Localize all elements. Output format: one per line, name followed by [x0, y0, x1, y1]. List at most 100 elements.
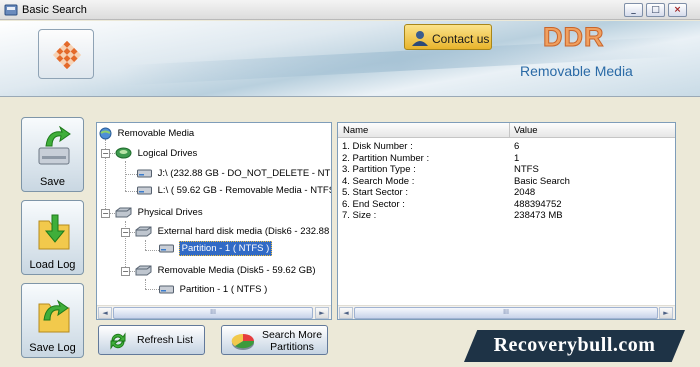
property-row[interactable]: 2. Partition Number : 1	[338, 153, 675, 164]
physical-drive-icon	[115, 207, 132, 218]
save-log-button[interactable]: Save Log	[21, 283, 84, 358]
physical-drive-icon	[135, 226, 152, 237]
expander-physical-drives[interactable]: −	[101, 209, 110, 218]
property-row[interactable]: 6. End Sector : 488394752	[338, 199, 675, 210]
scroll-right-arrow[interactable]: ►	[315, 307, 329, 319]
search-more-partitions-button[interactable]: Search More Partitions	[221, 325, 328, 355]
tree-item-l-drive[interactable]: L:\ ( 59.62 GB - Removable Media - NTFS)	[137, 185, 332, 196]
title-bar: Basic Search _ □ ×	[0, 0, 700, 20]
column-header-value[interactable]: Value	[514, 125, 538, 136]
app-logo	[38, 29, 94, 79]
search-more-label-line2: Partitions	[270, 341, 314, 353]
property-name: 7. Size :	[342, 210, 377, 221]
brand-name: DDR	[543, 22, 605, 53]
contact-us-button[interactable]: Contact us	[404, 24, 492, 50]
load-log-label: Load Log	[29, 259, 76, 271]
close-button[interactable]: ×	[668, 3, 687, 17]
hard-drive-icon	[159, 244, 174, 253]
property-value: 1	[514, 152, 520, 164]
folder-arrow-icon	[38, 214, 70, 250]
property-row[interactable]: 1. Disk Number : 6	[338, 141, 675, 152]
property-row[interactable]: 7. Size : 238473 MB	[338, 210, 675, 221]
search-more-label-line1: Search More	[261, 329, 323, 341]
column-header-name[interactable]: Name	[343, 125, 368, 136]
website-banner: Recoverybull.com	[464, 330, 685, 362]
properties-grid[interactable]: Name Value 1. Disk Number : 6 2. Partiti…	[337, 122, 676, 320]
tree-item-l-drive-label: L:\ ( 59.62 GB - Removable Media - NTFS)	[157, 185, 332, 196]
properties-header: Name Value	[338, 123, 675, 138]
tree-physical-drives[interactable]: Physical Drives	[115, 207, 203, 218]
property-name: 6. End Sector :	[342, 198, 405, 210]
tree-item-disk5-label: Removable Media (Disk5 - 59.62 GB)	[157, 265, 316, 277]
property-name: 5. Start Sector :	[342, 187, 408, 198]
disk-drive-icon	[38, 126, 71, 165]
tree-item-disk6-partition1[interactable]: Partition - 1 ( NTFS )	[159, 241, 273, 256]
expander-disk6[interactable]: −	[121, 228, 130, 237]
website-text: Recoverybull.com	[493, 334, 656, 356]
header-banner: Contact us DDR Removable Media	[0, 21, 700, 97]
property-value: NTFS	[514, 164, 539, 175]
column-separator[interactable]	[509, 123, 510, 138]
main-window: Basic Search _ □ × Contact us DDR Remova…	[0, 0, 700, 367]
tree-hscrollbar[interactable]: ◄ III ►	[97, 305, 331, 319]
property-row[interactable]: 4. Search Mode : Basic Search	[338, 176, 675, 187]
scroll-right-arrow[interactable]: ►	[659, 307, 673, 319]
property-row[interactable]: 3. Partition Type : NTFS	[338, 164, 675, 175]
tree-line	[125, 161, 126, 191]
tree-item-j-drive-label: J:\ (232.88 GB - DO_NOT_DELETE - NTFS)	[157, 168, 332, 179]
property-name: 4. Search Mode :	[342, 175, 415, 187]
minimize-button[interactable]: _	[624, 3, 643, 17]
property-name: 1. Disk Number :	[342, 141, 413, 152]
refresh-icon	[110, 332, 126, 350]
scroll-left-arrow[interactable]: ◄	[339, 307, 353, 319]
scroll-left-arrow[interactable]: ◄	[98, 307, 112, 319]
property-name: 2. Partition Number :	[342, 152, 430, 164]
product-tagline: Removable Media	[520, 63, 633, 79]
scroll-thumb[interactable]: III	[354, 307, 658, 319]
expander-logical-drives[interactable]: −	[101, 149, 110, 158]
tree-item-j-drive[interactable]: J:\ (232.88 GB - DO_NOT_DELETE - NTFS)	[137, 168, 332, 179]
property-row[interactable]: 5. Start Sector : 2048	[338, 187, 675, 198]
tree-line	[145, 240, 146, 250]
window-title: Basic Search	[22, 4, 87, 16]
property-value: Basic Search	[514, 175, 570, 187]
globe-icon	[99, 127, 112, 140]
drive-disc-icon	[115, 147, 132, 159]
pie-chart-icon	[231, 333, 255, 350]
tree-root-label: Removable Media	[117, 128, 195, 140]
folder-save-icon	[38, 299, 70, 333]
property-value: 6	[514, 141, 520, 152]
tree-item-disk5[interactable]: Removable Media (Disk5 - 59.62 GB)	[135, 265, 316, 276]
tree-line	[125, 191, 137, 192]
save-label: Save	[39, 176, 66, 188]
property-value: 488394752	[514, 198, 562, 210]
refresh-list-button[interactable]: Refresh List	[98, 325, 205, 355]
hard-drive-icon	[137, 186, 152, 195]
tree-line	[145, 289, 159, 290]
hard-drive-icon	[159, 285, 174, 294]
scroll-grip: III	[210, 309, 216, 316]
load-log-button[interactable]: Load Log	[21, 200, 84, 275]
tree-line	[125, 174, 137, 175]
scroll-grip: III	[503, 309, 509, 316]
save-button[interactable]: Save	[21, 117, 84, 192]
tree-physical-drives-label: Physical Drives	[137, 207, 203, 219]
property-name: 3. Partition Type :	[342, 164, 416, 175]
hard-drive-icon	[137, 169, 152, 178]
person-icon	[412, 31, 428, 46]
app-icon	[4, 4, 18, 16]
tree-logical-drives[interactable]: Logical Drives	[115, 147, 197, 159]
tree-logical-drives-label: Logical Drives	[137, 147, 198, 159]
drive-tree[interactable]: − − − − Removable Media Logical Drives J…	[96, 122, 332, 320]
tree-item-disk6-partition1-label: Partition - 1 ( NTFS )	[178, 241, 273, 256]
expander-disk5[interactable]: −	[121, 267, 130, 276]
scroll-thumb[interactable]: III	[113, 307, 313, 319]
properties-hscrollbar[interactable]: ◄ III ►	[338, 305, 675, 319]
physical-drive-icon	[135, 265, 152, 276]
maximize-button[interactable]: □	[646, 3, 665, 17]
tree-item-disk6-label: External hard disk media (Disk6 - 232.88…	[157, 226, 332, 238]
tree-root[interactable]: Removable Media	[99, 127, 194, 140]
tree-item-disk5-partition1[interactable]: Partition - 1 ( NTFS )	[159, 284, 267, 295]
property-value: 238473 MB	[514, 210, 563, 221]
tree-item-disk6[interactable]: External hard disk media (Disk6 - 232.88…	[135, 226, 332, 238]
